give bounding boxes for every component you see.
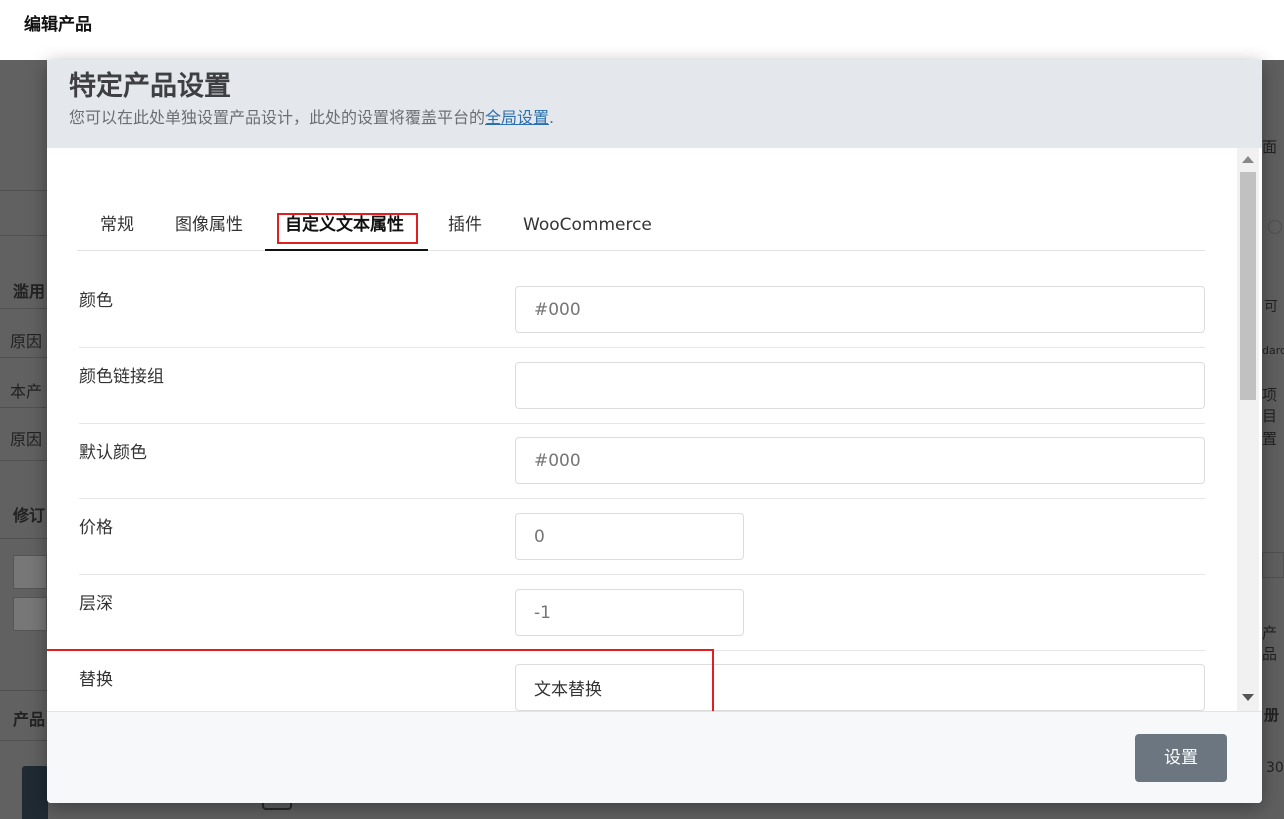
background-radio bbox=[1268, 220, 1282, 234]
background-fragment: 滥用 bbox=[13, 282, 46, 301]
modal-title: 特定产品设置 bbox=[69, 71, 231, 102]
modal-subtitle-suffix: . bbox=[549, 108, 555, 127]
background-fragment: 原因 bbox=[10, 332, 43, 351]
scroll-down-arrow-icon[interactable] bbox=[1242, 694, 1254, 701]
field-label: 默认颜色 bbox=[79, 443, 147, 463]
background-select bbox=[1262, 552, 1284, 578]
field-row-color: 颜色 bbox=[79, 274, 1205, 348]
page-header: 编辑产品 bbox=[0, 0, 1284, 60]
tab-plugins[interactable]: 插件 bbox=[448, 210, 482, 251]
global-settings-link[interactable]: 全局设置 bbox=[485, 108, 549, 127]
price-input[interactable] bbox=[515, 513, 744, 560]
scroll-thumb[interactable] bbox=[1240, 172, 1256, 400]
field-label: 颜色 bbox=[79, 291, 113, 311]
modal-subtitle-text: 您可以在此处单独设置产品设计，此处的设置将覆盖平台的 bbox=[69, 108, 486, 127]
background-fragment: 修订 bbox=[13, 506, 46, 525]
background-fragment: 面 bbox=[1262, 138, 1278, 156]
default-color-input[interactable] bbox=[515, 437, 1205, 484]
background-fragment: 产品 bbox=[13, 710, 46, 729]
color-input[interactable] bbox=[515, 286, 1205, 333]
scrollbar[interactable] bbox=[1237, 148, 1259, 711]
field-row-default-color: 默认颜色 bbox=[79, 424, 1205, 499]
field-label: 价格 bbox=[79, 518, 113, 538]
background-fragment: 册 bbox=[1264, 706, 1280, 724]
field-label: 层深 bbox=[79, 594, 113, 614]
modal-footer: 设置 bbox=[47, 711, 1262, 803]
set-button[interactable]: 设置 bbox=[1135, 734, 1227, 782]
modal-subtitle: 您可以在此处单独设置产品设计，此处的设置将覆盖平台的全局设置. bbox=[69, 104, 554, 128]
tab-image-properties[interactable]: 图像属性 bbox=[175, 210, 243, 251]
avatar bbox=[13, 597, 47, 631]
background-fragment: 置 bbox=[1262, 430, 1278, 448]
depth-input[interactable] bbox=[515, 589, 744, 636]
replace-highlight-box bbox=[47, 649, 714, 711]
page-title: 编辑产品 bbox=[24, 15, 92, 35]
background-fragment: 可 bbox=[1264, 299, 1278, 315]
background-fragment: 本产 bbox=[10, 382, 43, 401]
tab-general[interactable]: 常规 bbox=[100, 210, 134, 251]
background-fragment: 原因 bbox=[10, 430, 43, 449]
color-link-group-input[interactable] bbox=[515, 362, 1205, 409]
modal-header: 特定产品设置 您可以在此处单独设置产品设计，此处的设置将覆盖平台的全局设置. bbox=[47, 60, 1262, 148]
product-settings-modal: 特定产品设置 您可以在此处单独设置产品设计，此处的设置将覆盖平台的全局设置. 常… bbox=[47, 60, 1262, 803]
field-row-depth: 层深 bbox=[79, 575, 1205, 651]
background-fragment: 产品 bbox=[1262, 624, 1278, 663]
scroll-up-arrow-icon[interactable] bbox=[1242, 156, 1254, 163]
background-left-column: 滥用 原因 本产 原因 修订 产品 bbox=[0, 60, 48, 819]
field-row-color-link-group: 颜色链接组 bbox=[79, 348, 1205, 424]
field-label: 颜色链接组 bbox=[79, 367, 164, 387]
tab-woocommerce[interactable]: WooCommerce bbox=[523, 210, 652, 251]
background-fragment: dard bbox=[1262, 344, 1284, 357]
tab-highlight-box bbox=[277, 213, 418, 244]
avatar bbox=[13, 555, 47, 589]
background-button bbox=[22, 766, 48, 819]
background-fragment: 项目 bbox=[1262, 386, 1278, 425]
field-row-price: 价格 bbox=[79, 499, 1205, 575]
background-fragment: 30 bbox=[1266, 760, 1284, 776]
settings-tabs: 常规 图像属性 自定义文本属性 插件 WooCommerce bbox=[77, 210, 1205, 251]
modal-body: 常规 图像属性 自定义文本属性 插件 WooCommerce 颜色 颜色链接组 … bbox=[47, 148, 1262, 711]
